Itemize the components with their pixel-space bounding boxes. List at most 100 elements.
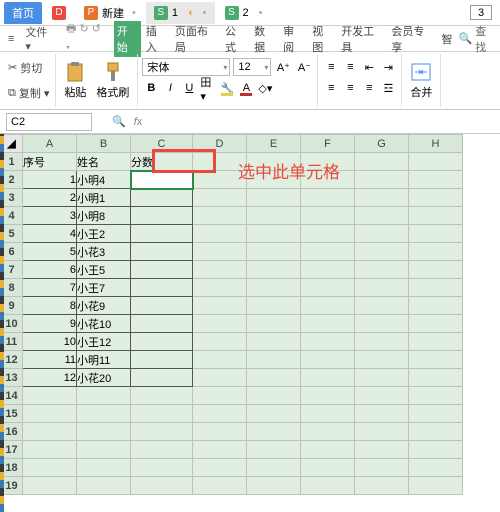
cell-C11[interactable] <box>131 333 193 351</box>
cell-F11[interactable] <box>301 333 355 351</box>
cell-H2[interactable] <box>409 171 463 189</box>
cell-G3[interactable] <box>355 189 409 207</box>
cell-C1[interactable]: 分数 <box>131 153 193 171</box>
cell-H8[interactable] <box>409 279 463 297</box>
align-middle-button[interactable]: ≡ <box>341 58 359 76</box>
col-header-H[interactable]: H <box>409 135 463 153</box>
cell-E10[interactable] <box>247 315 301 333</box>
cell-G8[interactable] <box>355 279 409 297</box>
cell-G12[interactable] <box>355 351 409 369</box>
col-header-C[interactable]: C <box>131 135 193 153</box>
border-button[interactable]: 田▾ <box>199 79 217 97</box>
cell-A17[interactable] <box>23 441 77 459</box>
cell-D11[interactable] <box>193 333 247 351</box>
cell-G13[interactable] <box>355 369 409 387</box>
cell-C3[interactable] <box>131 189 193 207</box>
cell-E4[interactable] <box>247 207 301 225</box>
highlight-button[interactable]: ◇▾ <box>256 79 274 97</box>
cell-E6[interactable] <box>247 243 301 261</box>
cell-A7[interactable]: 6 <box>23 261 77 279</box>
cell-F14[interactable] <box>301 387 355 405</box>
cell-H16[interactable] <box>409 423 463 441</box>
cell-E11[interactable] <box>247 333 301 351</box>
cell-H18[interactable] <box>409 459 463 477</box>
cell-B8[interactable]: 小王7 <box>77 279 131 297</box>
fill-color-button[interactable]: 🔧 <box>218 79 236 97</box>
cell-E16[interactable] <box>247 423 301 441</box>
cell-B18[interactable] <box>77 459 131 477</box>
cell-A9[interactable]: 8 <box>23 297 77 315</box>
cell-D19[interactable] <box>193 477 247 495</box>
cell-D13[interactable] <box>193 369 247 387</box>
cell-F5[interactable] <box>301 225 355 243</box>
ribbon-tab-member[interactable]: 会员专享 <box>388 21 436 57</box>
col-header-G[interactable]: G <box>355 135 409 153</box>
increase-font-button[interactable]: A⁺ <box>274 58 292 76</box>
cell-D9[interactable] <box>193 297 247 315</box>
cut-button[interactable]: ✂剪切 <box>6 59 51 77</box>
cell-E7[interactable] <box>247 261 301 279</box>
cell-B3[interactable]: 小明1 <box>77 189 131 207</box>
cell-D3[interactable] <box>193 189 247 207</box>
cell-A4[interactable]: 3 <box>23 207 77 225</box>
cell-A16[interactable] <box>23 423 77 441</box>
cell-B12[interactable]: 小明11 <box>77 351 131 369</box>
cell-A18[interactable] <box>23 459 77 477</box>
cell-E5[interactable] <box>247 225 301 243</box>
cell-grid[interactable]: ◢ABCDEFGH1序号姓名分数21小明432小明143小明854小王265小花… <box>0 134 463 495</box>
cell-E17[interactable] <box>247 441 301 459</box>
tab-home[interactable]: 首页 <box>4 2 42 24</box>
font-color-button[interactable]: A <box>237 79 255 97</box>
cell-D5[interactable] <box>193 225 247 243</box>
cell-B17[interactable] <box>77 441 131 459</box>
cell-G6[interactable] <box>355 243 409 261</box>
cell-H19[interactable] <box>409 477 463 495</box>
cell-G9[interactable] <box>355 297 409 315</box>
cell-F17[interactable] <box>301 441 355 459</box>
align-top-button[interactable]: ≡ <box>322 58 340 76</box>
cell-H11[interactable] <box>409 333 463 351</box>
cell-C6[interactable] <box>131 243 193 261</box>
ribbon-tab-insert[interactable]: 插入 <box>143 21 170 57</box>
cell-F9[interactable] <box>301 297 355 315</box>
menu-app-icon[interactable]: ≡ <box>4 31 18 47</box>
cell-C16[interactable] <box>131 423 193 441</box>
cell-H17[interactable] <box>409 441 463 459</box>
fx-icon[interactable]: fx <box>134 116 143 128</box>
cell-A5[interactable]: 4 <box>23 225 77 243</box>
cell-A14[interactable] <box>23 387 77 405</box>
cell-E8[interactable] <box>247 279 301 297</box>
cell-A2[interactable]: 1 <box>23 171 77 189</box>
cell-H1[interactable] <box>409 153 463 171</box>
align-right-button[interactable]: ≡ <box>360 79 378 97</box>
cell-G4[interactable] <box>355 207 409 225</box>
cell-B7[interactable]: 小王5 <box>77 261 131 279</box>
cell-F12[interactable] <box>301 351 355 369</box>
cell-C5[interactable] <box>131 225 193 243</box>
ribbon-tab-start[interactable]: 开始 <box>114 21 141 57</box>
cell-C15[interactable] <box>131 405 193 423</box>
cell-A19[interactable] <box>23 477 77 495</box>
cell-E15[interactable] <box>247 405 301 423</box>
cell-D12[interactable] <box>193 351 247 369</box>
paste-button[interactable]: 粘贴 <box>60 60 90 102</box>
copy-button[interactable]: ⧉复制 ▾ <box>6 84 51 102</box>
cell-A1[interactable]: 序号 <box>23 153 77 171</box>
font-size-select[interactable]: 12 <box>233 58 271 76</box>
cell-A3[interactable]: 2 <box>23 189 77 207</box>
merge-button[interactable]: 合并 <box>406 60 436 102</box>
cell-G18[interactable] <box>355 459 409 477</box>
cell-H10[interactable] <box>409 315 463 333</box>
cell-G14[interactable] <box>355 387 409 405</box>
cell-F4[interactable] <box>301 207 355 225</box>
cell-A13[interactable]: 12 <box>23 369 77 387</box>
ribbon-tab-formula[interactable]: 公式 <box>222 21 249 57</box>
ribbon-tab-page-layout[interactable]: 页面布局 <box>172 21 220 57</box>
cell-D6[interactable] <box>193 243 247 261</box>
cell-D17[interactable] <box>193 441 247 459</box>
cell-F7[interactable] <box>301 261 355 279</box>
cell-C8[interactable] <box>131 279 193 297</box>
cell-F6[interactable] <box>301 243 355 261</box>
cell-H14[interactable] <box>409 387 463 405</box>
align-center-button[interactable]: ≡ <box>341 79 359 97</box>
